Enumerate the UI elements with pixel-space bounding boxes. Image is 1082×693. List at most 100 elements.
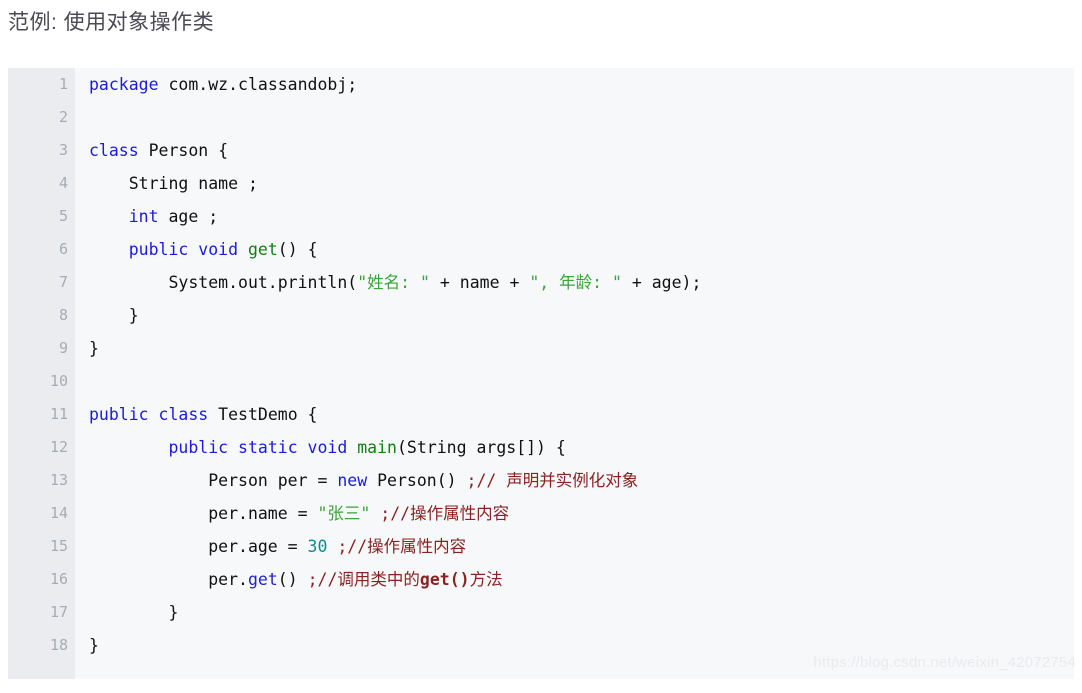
code-token-comment: ;// 声明并实例化对象 <box>466 471 639 490</box>
code-line: 13 Person per = new Person() ;// 声明并实例化对… <box>8 464 1074 497</box>
code-line: 8 } <box>8 299 1074 332</box>
code-token-comment: ;//操作属性内容 <box>337 537 467 556</box>
code-token-plain: com.wz.classandobj; <box>158 75 358 94</box>
line-number: 2 <box>58 108 68 126</box>
code-token-plain: (String args[]) { <box>396 438 566 457</box>
code-token-kw: package <box>89 75 159 94</box>
code-token-kw: new <box>337 471 368 490</box>
code-token-plain: Person { <box>138 141 229 160</box>
code-line: 11 public class TestDemo { <box>8 398 1074 431</box>
code-token-plain: } <box>89 636 99 655</box>
code-line: 15 per.age = 30 ;//操作属性内容 <box>8 530 1074 563</box>
watermark-text: https://blog.csdn.net/weixin_42072754 <box>813 654 1076 671</box>
line-number: 10 <box>49 372 68 390</box>
code-token-plain: } <box>89 603 179 622</box>
code-token-plain: String name ; <box>89 174 258 193</box>
code-token-kw: public void <box>128 240 239 259</box>
code-line: 1 package com.wz.classandobj; <box>8 68 1074 101</box>
code-line: 6 public void get() { <box>8 233 1074 266</box>
code-token-fn: get <box>247 240 278 259</box>
code-token-plain: age ; <box>158 207 219 226</box>
code-line: 4 String name ; <box>8 167 1074 200</box>
code-token-plain: () <box>277 570 308 589</box>
code-line: 2 <box>8 101 1074 134</box>
code-token-plain: () { <box>277 240 318 259</box>
code-token-plain: per. <box>89 570 248 589</box>
code-line-text: public class TestDemo { <box>89 398 318 431</box>
line-number: 6 <box>58 240 68 258</box>
code-token-fn: main <box>357 438 397 457</box>
code-line-text: } <box>89 332 99 365</box>
code-token-plain: per.age = <box>89 537 308 556</box>
code-token-ref: get <box>247 570 278 589</box>
code-line: 9} <box>8 332 1074 365</box>
line-number: 4 <box>58 174 68 192</box>
line-number: 12 <box>49 438 68 456</box>
line-number: 18 <box>49 636 68 654</box>
code-token-kw: public static void <box>168 438 348 457</box>
line-number: 17 <box>49 603 68 621</box>
code-lines-container: 1 package com.wz.classandobj; 2 3 class Pers… <box>8 68 1074 679</box>
code-token-plain: Person() <box>367 471 467 490</box>
code-line-text: public static void main(String args[]) { <box>89 431 566 464</box>
code-token-plain: + age); <box>621 273 702 292</box>
code-block: 1 package com.wz.classandobj; 2 3 class Pers… <box>8 68 1074 679</box>
line-number: 13 <box>49 471 68 489</box>
code-line: 3 class Person { <box>8 134 1074 167</box>
line-number: 15 <box>49 537 68 555</box>
code-line-text: } <box>89 629 99 662</box>
code-line-text: } <box>89 299 139 332</box>
code-token-kw: int <box>128 207 159 226</box>
code-line-text: package com.wz.classandobj; <box>89 68 357 101</box>
code-token-kw: class <box>89 141 139 160</box>
code-line: 10 <box>8 365 1074 398</box>
code-line-text: per.age = 30 ;//操作属性内容 <box>89 530 466 563</box>
code-token-comment: ;//调用类中的 <box>307 570 420 589</box>
code-line-text: String name ; <box>89 167 258 200</box>
code-line-text: per.get() ;//调用类中的get()方法 <box>89 563 503 596</box>
code-token-comment-b: get() <box>419 570 470 589</box>
code-line: 5 int age ; <box>8 200 1074 233</box>
code-token-plain: TestDemo { <box>208 405 318 424</box>
page-title: 范例: 使用对象操作类 <box>8 11 215 34</box>
code-line: 17 } <box>8 596 1074 629</box>
code-token-str: "姓名: " <box>357 273 430 292</box>
line-number: 5 <box>58 207 68 225</box>
line-number: 11 <box>49 405 68 423</box>
line-number: 7 <box>58 273 68 291</box>
line-number: 16 <box>49 570 68 588</box>
line-number: 8 <box>58 306 68 324</box>
code-token-kw: public class <box>89 405 209 424</box>
line-number: 3 <box>58 141 68 159</box>
code-line-text: class Person { <box>89 134 228 167</box>
code-token-plain: } <box>89 306 139 325</box>
code-line-text: per.name = "张三" ;//操作属性内容 <box>89 497 509 530</box>
code-line-text: System.out.println("姓名: " + name + ", 年龄… <box>89 266 701 299</box>
line-number: 14 <box>49 504 68 522</box>
code-token-plain: } <box>89 339 99 358</box>
code-token-plain: System.out.println( <box>89 273 358 292</box>
line-number: 1 <box>58 75 68 93</box>
code-token-plain: + name + <box>429 273 530 292</box>
code-line: 7 System.out.println("姓名: " + name + ", … <box>8 266 1074 299</box>
code-line-text: int age ; <box>89 200 218 233</box>
code-token-comment: 方法 <box>469 570 503 589</box>
code-token-str: ", 年龄: " <box>529 273 622 292</box>
code-line-text: Person per = new Person() ;// 声明并实例化对象 <box>89 464 638 497</box>
code-line: 16 per.get() ;//调用类中的get()方法 <box>8 563 1074 596</box>
code-token-num: 30 <box>307 537 328 556</box>
code-line-text: } <box>89 596 178 629</box>
line-number: 9 <box>58 339 68 357</box>
code-line: 12 public static void main(String args[]… <box>8 431 1074 464</box>
code-line: 14 per.name = "张三" ;//操作属性内容 <box>8 497 1074 530</box>
code-token-plain: Person per = <box>89 471 338 490</box>
code-token-comment: ;//操作属性内容 <box>380 504 510 523</box>
code-token-str: "张三" <box>317 504 371 523</box>
